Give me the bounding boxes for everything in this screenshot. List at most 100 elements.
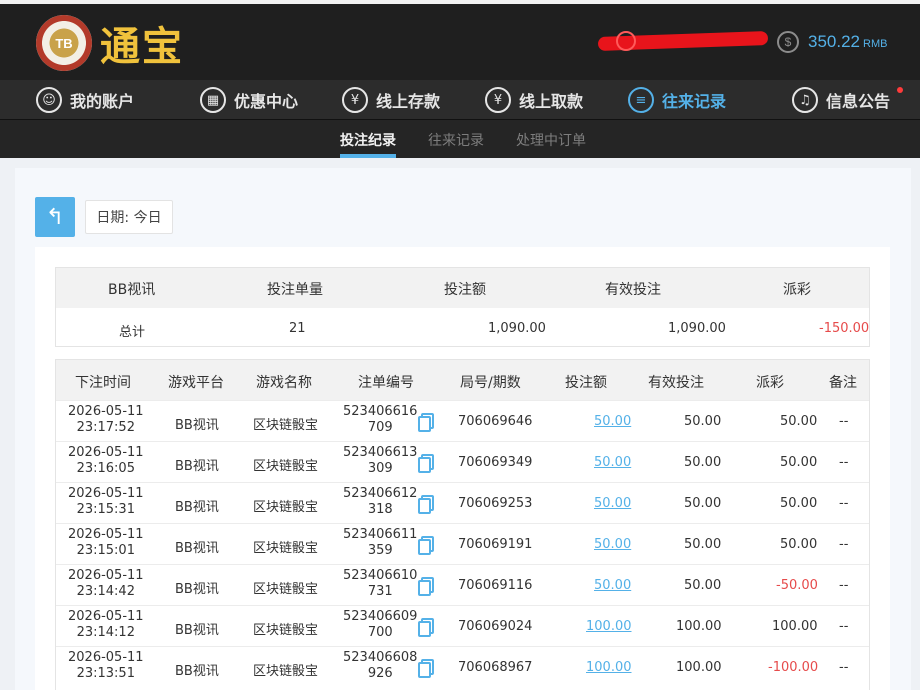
order-id-part1: 523406613 (343, 445, 418, 460)
bet-amount-link[interactable]: 50.00 (594, 455, 631, 470)
order-id: 523406613 309 (343, 445, 417, 477)
bet-date: 2026-05-11 (68, 650, 144, 665)
logo-badge: TB (36, 15, 92, 71)
valid-bet: 50.00 (684, 578, 722, 593)
back-button[interactable]: ↰ (35, 197, 75, 237)
nav-label: 信息公告 (826, 92, 891, 111)
platform: BB视讯 (175, 664, 219, 679)
nav-label: 我的账户 (70, 92, 135, 111)
header-platform: 游戏平台 (168, 375, 224, 391)
notification-dot (897, 87, 903, 93)
payout: 50.00 (780, 496, 818, 511)
summary-header-payout: 派彩 (783, 282, 811, 298)
round-number: 706069024 (458, 619, 533, 634)
bet-clock: 23:13:51 (76, 666, 135, 681)
platform: BB视讯 (175, 582, 219, 597)
platform: BB视讯 (175, 500, 219, 515)
game-name: 区块链骰宝 (253, 418, 319, 433)
bet-amount-link[interactable]: 50.00 (594, 414, 631, 429)
tab-transaction-history[interactable]: 往来记录 (428, 130, 484, 150)
valid-bet: 50.00 (684, 414, 722, 429)
bet-date: 2026-05-11 (68, 404, 144, 419)
copy-icon[interactable] (418, 659, 434, 678)
account-balance: 350.22 RMB (808, 32, 887, 52)
header-game: 游戏名称 (256, 375, 312, 391)
summary-header-valid: 有效投注 (605, 282, 661, 298)
header-valid-bet: 有效投注 (648, 375, 704, 391)
table-row: 2026-05-11 23:13:51 BB视讯 区块链骰宝 523406608 9… (56, 646, 869, 687)
copy-icon[interactable] (418, 536, 434, 555)
platform: BB视讯 (175, 459, 219, 474)
bet-time: 2026-05-11 23:15:01 (68, 527, 144, 559)
copy-icon[interactable] (418, 413, 434, 432)
order-id: 523406608 926 (343, 650, 417, 682)
copy-icon[interactable] (418, 618, 434, 637)
payout: 50.00 (780, 414, 818, 429)
withdraw-icon: ¥ (485, 87, 511, 113)
site-logo[interactable]: TB 通宝 (36, 14, 184, 72)
bet-amount-link[interactable]: 50.00 (594, 578, 631, 593)
nav-online-withdraw[interactable]: ¥ 线上取款 (485, 85, 583, 115)
summary-valid: 1,090.00 (668, 321, 726, 336)
active-tab-underline (340, 154, 396, 158)
order-id: 523406610 731 (343, 568, 417, 600)
bet-amount-link[interactable]: 100.00 (586, 619, 632, 634)
note: -- (839, 455, 849, 470)
sub-nav: 投注纪录 往来记录 处理中订单 (0, 120, 920, 158)
bet-time: 2026-05-11 23:15:31 (68, 486, 144, 518)
records-icon: ≡ (628, 87, 654, 113)
valid-bet: 50.00 (684, 455, 722, 470)
nav-announcements[interactable]: ♫ 信息公告 (792, 85, 890, 115)
table-row: 2026-05-11 23:14:42 BB视讯 区块链骰宝 523406610 7… (56, 564, 869, 605)
user-avatar-icon[interactable] (616, 31, 636, 51)
coin-icon: $ (777, 31, 799, 53)
platform: BB视讯 (175, 418, 219, 433)
order-id: 523406612 318 (343, 486, 417, 518)
bet-records-table: 下注时间 游戏平台 游戏名称 注单编号 局号/期数 投注额 有效投注 派彩 备注… (55, 359, 870, 690)
header-bet-amount: 投注额 (565, 375, 607, 391)
nav-online-deposit[interactable]: ¥ 线上存款 (342, 85, 440, 115)
payout: 50.00 (780, 537, 818, 552)
bet-amount-link[interactable]: 50.00 (594, 537, 631, 552)
copy-icon[interactable] (418, 454, 434, 473)
order-id: 523406616 709 (343, 404, 417, 436)
balance-amount: 350.22 (808, 32, 860, 51)
bet-time: 2026-05-11 23:14:12 (68, 609, 144, 641)
nav-label: 线上取款 (519, 92, 584, 111)
order-id-part1: 523406610 (343, 568, 418, 583)
bet-clock: 23:15:31 (76, 502, 135, 517)
bet-amount-link[interactable]: 100.00 (586, 660, 632, 675)
table-row: 2026-05-11 23:15:01 BB视讯 区块链骰宝 523406611 3… (56, 523, 869, 564)
nav-my-account[interactable]: ☺ 我的账户 (36, 85, 134, 115)
nav-promotions[interactable]: ▦ 优惠中心 (200, 85, 298, 115)
order-id-part1: 523406612 (343, 486, 418, 501)
header-payout: 派彩 (756, 375, 784, 391)
round-number: 706069646 (458, 414, 533, 429)
valid-bet: 50.00 (684, 496, 722, 511)
header-order-id: 注单编号 (358, 375, 414, 391)
header-bet-time: 下注时间 (75, 375, 131, 391)
copy-icon[interactable] (418, 577, 434, 596)
nav-transaction-records[interactable]: ≡ 往来记录 (628, 85, 726, 115)
summary-table: BB视讯 投注单量 投注额 有效投注 派彩 总计 21 1,090.00 1,0… (55, 267, 870, 347)
payout: 50.00 (780, 455, 818, 470)
order-id-part2: 309 (367, 461, 393, 476)
main-nav: ☺ 我的账户 ▦ 优惠中心 ¥ 线上存款 ¥ 线上取款 ≡ 往来记录 ♫ 信息公告 (0, 80, 920, 120)
valid-bet: 50.00 (684, 537, 722, 552)
copy-icon[interactable] (418, 495, 434, 514)
header-round: 局号/期数 (460, 375, 521, 391)
bet-date: 2026-05-11 (68, 568, 144, 583)
table-row: 2026-05-11 23:14:12 BB视讯 区块链骰宝 523406609 7… (56, 605, 869, 646)
tab-bet-records[interactable]: 投注纪录 (340, 130, 396, 150)
bet-amount-link[interactable]: 50.00 (594, 496, 631, 511)
order-id-part1: 523406616 (343, 404, 418, 419)
round-number: 706069253 (458, 496, 533, 511)
tab-pending-orders[interactable]: 处理中订单 (516, 130, 586, 150)
order-id-part2: 700 (367, 625, 393, 640)
payout: -100.00 (768, 660, 819, 675)
date-filter[interactable]: 日期: 今日 (85, 200, 173, 234)
bet-clock: 23:14:42 (76, 584, 135, 599)
order-id-part2: 926 (367, 666, 393, 681)
bet-time: 2026-05-11 23:17:52 (68, 404, 144, 436)
logo-text: 通宝 (100, 23, 184, 70)
